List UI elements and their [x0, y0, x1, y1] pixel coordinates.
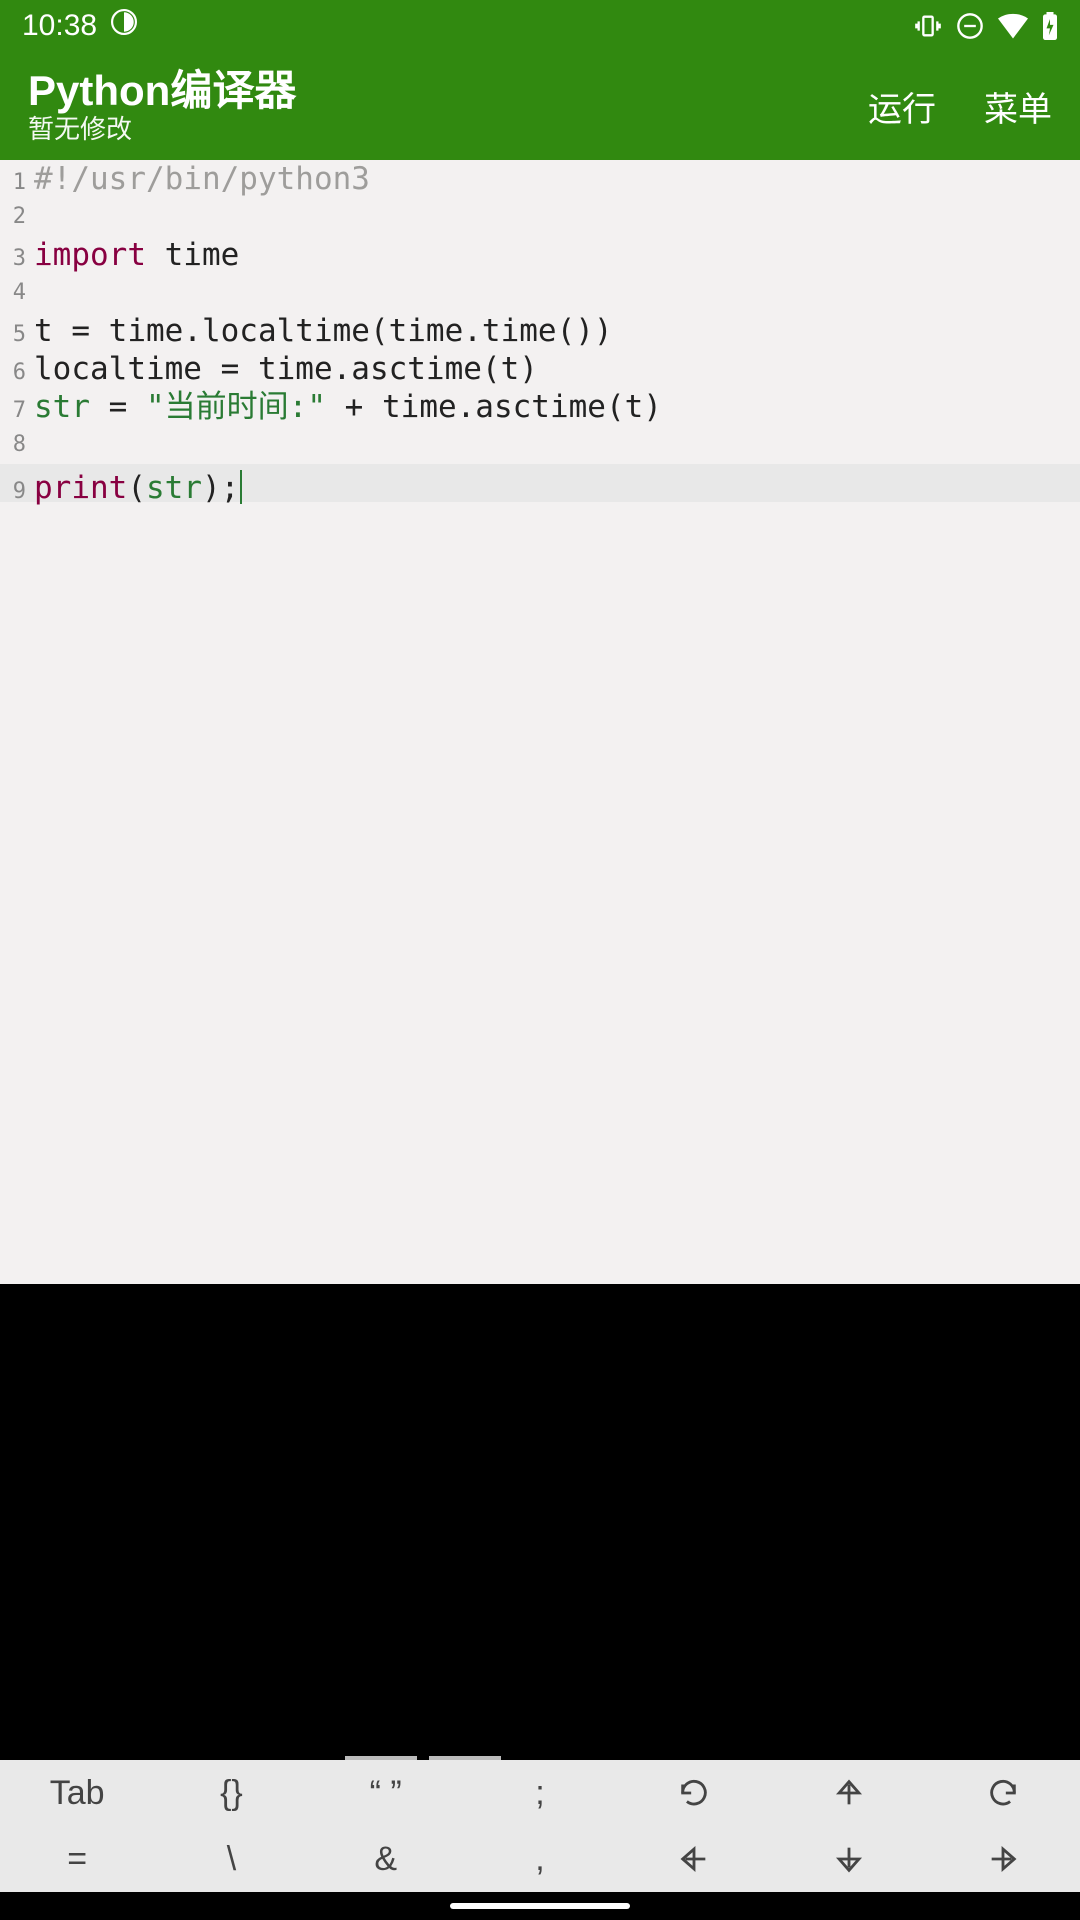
code-text[interactable]: localtime = time.asctime(t) [30, 350, 538, 388]
code-text[interactable]: str = "当前时间:" + time.asctime(t) [30, 388, 662, 426]
undo-icon [677, 1776, 711, 1810]
app-bar-left: Python编译器 暂无修改 [28, 67, 296, 145]
run-button[interactable]: 运行 [868, 82, 936, 131]
arrow-up-icon [832, 1776, 866, 1810]
code-line[interactable]: 7str = "当前时间:" + time.asctime(t) [0, 388, 1080, 426]
key-braces[interactable]: {} [154, 1760, 308, 1826]
symbol-toolbar: Tab{}“ ”;=\&, [0, 1760, 1080, 1892]
line-number: 5 [0, 316, 30, 354]
vibrate-icon [914, 12, 942, 40]
status-right [914, 12, 1058, 40]
text-cursor [240, 470, 242, 504]
app-title: Python编译器 [28, 67, 296, 115]
arrow-down-icon [832, 1842, 866, 1876]
line-number: 4 [0, 274, 30, 312]
line-number: 2 [0, 198, 30, 236]
key-redo[interactable] [926, 1760, 1080, 1826]
line-number: 3 [0, 240, 30, 278]
wifi-icon [998, 13, 1028, 39]
code-editor[interactable]: 1#!/usr/bin/python323import time45t = ti… [0, 160, 1080, 1284]
key-tab[interactable]: Tab [0, 1760, 154, 1826]
key-undo[interactable] [617, 1760, 771, 1826]
code-line[interactable]: 4 [0, 274, 1080, 312]
key-left[interactable] [617, 1826, 771, 1892]
arrow-left-icon [677, 1842, 711, 1876]
key-equals[interactable]: = [0, 1826, 154, 1892]
code-line[interactable]: 1#!/usr/bin/python3 [0, 160, 1080, 198]
key-up[interactable] [771, 1760, 925, 1826]
code-text[interactable]: import time [30, 236, 239, 274]
key-ampersand[interactable]: & [309, 1826, 463, 1892]
dnd-icon [956, 12, 984, 40]
status-app-icon [111, 9, 137, 43]
code-line[interactable]: 2 [0, 198, 1080, 236]
line-number: 9 [0, 473, 30, 511]
key-quotes[interactable]: “ ” [309, 1760, 463, 1826]
code-line[interactable]: 8 [0, 426, 1080, 464]
code-line[interactable]: 9print(str); [0, 464, 1080, 502]
code-text[interactable]: #!/usr/bin/python3 [30, 160, 370, 198]
line-number: 1 [0, 164, 30, 202]
system-nav-bar [0, 1892, 1080, 1920]
key-down[interactable] [771, 1826, 925, 1892]
status-time: 10:38 [22, 9, 97, 43]
code-text[interactable]: t = time.localtime(time.time()) [30, 312, 613, 350]
line-number: 6 [0, 354, 30, 392]
status-left: 10:38 [22, 9, 137, 43]
symbol-row: =\&, [0, 1826, 1080, 1892]
line-number: 8 [0, 426, 30, 464]
code-line[interactable]: 6localtime = time.asctime(t) [0, 350, 1080, 388]
code-line[interactable]: 3import time [0, 236, 1080, 274]
code-text[interactable]: print(str); [30, 464, 242, 507]
code-line[interactable]: 5t = time.localtime(time.time()) [0, 312, 1080, 350]
key-comma[interactable]: , [463, 1826, 617, 1892]
symbol-row: Tab{}“ ”; [0, 1760, 1080, 1826]
status-bar: 10:38 [0, 0, 1080, 52]
line-number: 7 [0, 392, 30, 430]
key-right[interactable] [926, 1826, 1080, 1892]
arrow-right-icon [986, 1842, 1020, 1876]
app-bar-actions: 运行 菜单 [868, 82, 1052, 131]
battery-icon [1042, 12, 1058, 40]
key-semicolon[interactable]: ; [463, 1760, 617, 1826]
redo-icon [986, 1776, 1020, 1810]
app-bar: Python编译器 暂无修改 运行 菜单 [0, 52, 1080, 160]
app-subtitle: 暂无修改 [28, 115, 296, 145]
nav-handle[interactable] [450, 1903, 630, 1909]
menu-button[interactable]: 菜单 [984, 82, 1052, 131]
key-backslash[interactable]: \ [154, 1826, 308, 1892]
